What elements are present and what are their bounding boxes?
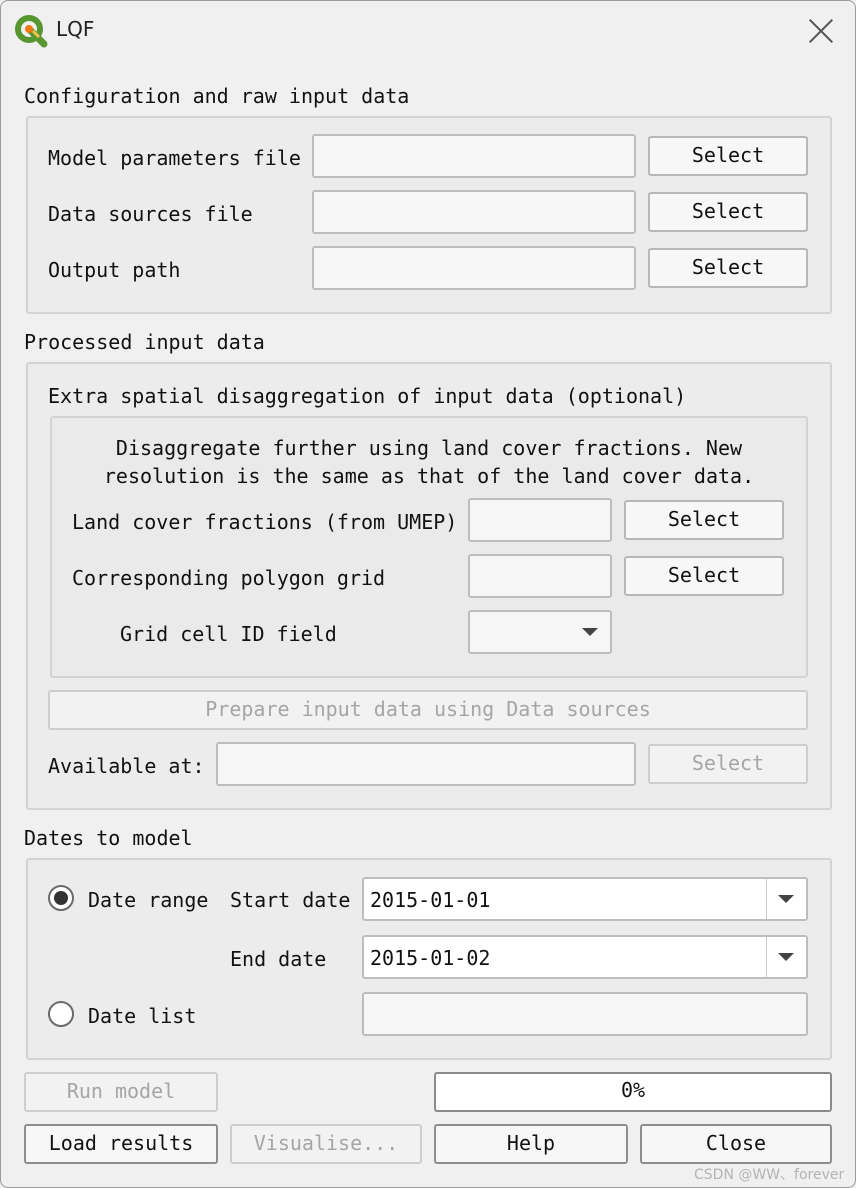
end-date-value: 2015-01-02	[370, 946, 491, 970]
available-at-label: Available at:	[48, 754, 205, 778]
watermark: CSDN @WW、forever	[694, 1167, 845, 1183]
dates-section-heading: Dates to model	[24, 826, 193, 850]
land-cover-field[interactable]	[468, 498, 612, 542]
prepare-input-data-button[interactable]: Prepare input data using Data sources	[48, 690, 808, 730]
close-button[interactable]: Close	[640, 1124, 832, 1164]
visualise-button[interactable]: Visualise...	[230, 1124, 422, 1164]
qgis-icon	[15, 15, 48, 48]
chevron-down-icon[interactable]	[778, 895, 794, 903]
date-list-radio[interactable]	[48, 1001, 74, 1027]
chevron-down-icon[interactable]	[778, 953, 794, 961]
polygon-grid-field[interactable]	[468, 554, 612, 598]
output-path-label: Output path	[48, 258, 181, 282]
processed-section-heading: Processed input data	[24, 330, 265, 354]
available-at-select-button[interactable]: Select	[648, 744, 808, 784]
date-list-label[interactable]: Date list	[88, 1004, 196, 1028]
available-at-field[interactable]	[216, 742, 636, 786]
model-parameters-select-button[interactable]: Select	[648, 136, 808, 176]
data-sources-field[interactable]	[312, 190, 636, 234]
close-icon[interactable]	[808, 18, 834, 44]
disaggregation-description-line2: resolution is the same as that of the la…	[103, 464, 755, 488]
progress-text: 0%	[620, 1078, 646, 1102]
model-parameters-field[interactable]	[312, 134, 636, 178]
end-date-label: End date	[230, 947, 327, 971]
output-path-select-button[interactable]: Select	[648, 248, 808, 288]
load-results-button[interactable]: Load results	[24, 1124, 218, 1164]
divider	[766, 879, 767, 919]
chevron-down-icon	[582, 628, 598, 636]
data-sources-label: Data sources file	[48, 202, 253, 226]
land-cover-label: Land cover fractions (from UMEP)	[72, 510, 458, 534]
start-date-label: Start date	[230, 888, 351, 912]
date-range-label[interactable]: Date range	[88, 888, 208, 912]
window-title: LQF	[56, 17, 95, 41]
start-date-picker[interactable]: 2015-01-01	[362, 877, 808, 921]
help-button[interactable]: Help	[434, 1124, 628, 1164]
polygon-grid-label: Corresponding polygon grid	[72, 566, 386, 590]
output-path-field[interactable]	[312, 246, 636, 290]
run-model-button[interactable]: Run model	[24, 1072, 218, 1112]
progress-bar: 0%	[434, 1072, 832, 1112]
grid-cell-id-dropdown[interactable]	[468, 610, 612, 654]
land-cover-select-button[interactable]: Select	[624, 500, 784, 540]
end-date-picker[interactable]: 2015-01-02	[362, 935, 808, 979]
data-sources-select-button[interactable]: Select	[648, 192, 808, 232]
title-bar	[1, 1, 855, 59]
divider	[766, 937, 767, 977]
disaggregation-heading: Extra spatial disaggregation of input da…	[48, 384, 687, 408]
radio-selected-dot	[54, 891, 68, 905]
date-list-field[interactable]	[362, 992, 808, 1036]
grid-cell-id-label: Grid cell ID field	[120, 622, 337, 646]
model-parameters-label: Model parameters file	[48, 146, 301, 170]
start-date-value: 2015-01-01	[370, 888, 491, 912]
date-range-radio[interactable]	[48, 885, 74, 911]
config-section-heading: Configuration and raw input data	[24, 84, 410, 108]
disaggregation-description-line1: Disaggregate further using land cover fr…	[115, 436, 743, 460]
polygon-grid-select-button[interactable]: Select	[624, 556, 784, 596]
